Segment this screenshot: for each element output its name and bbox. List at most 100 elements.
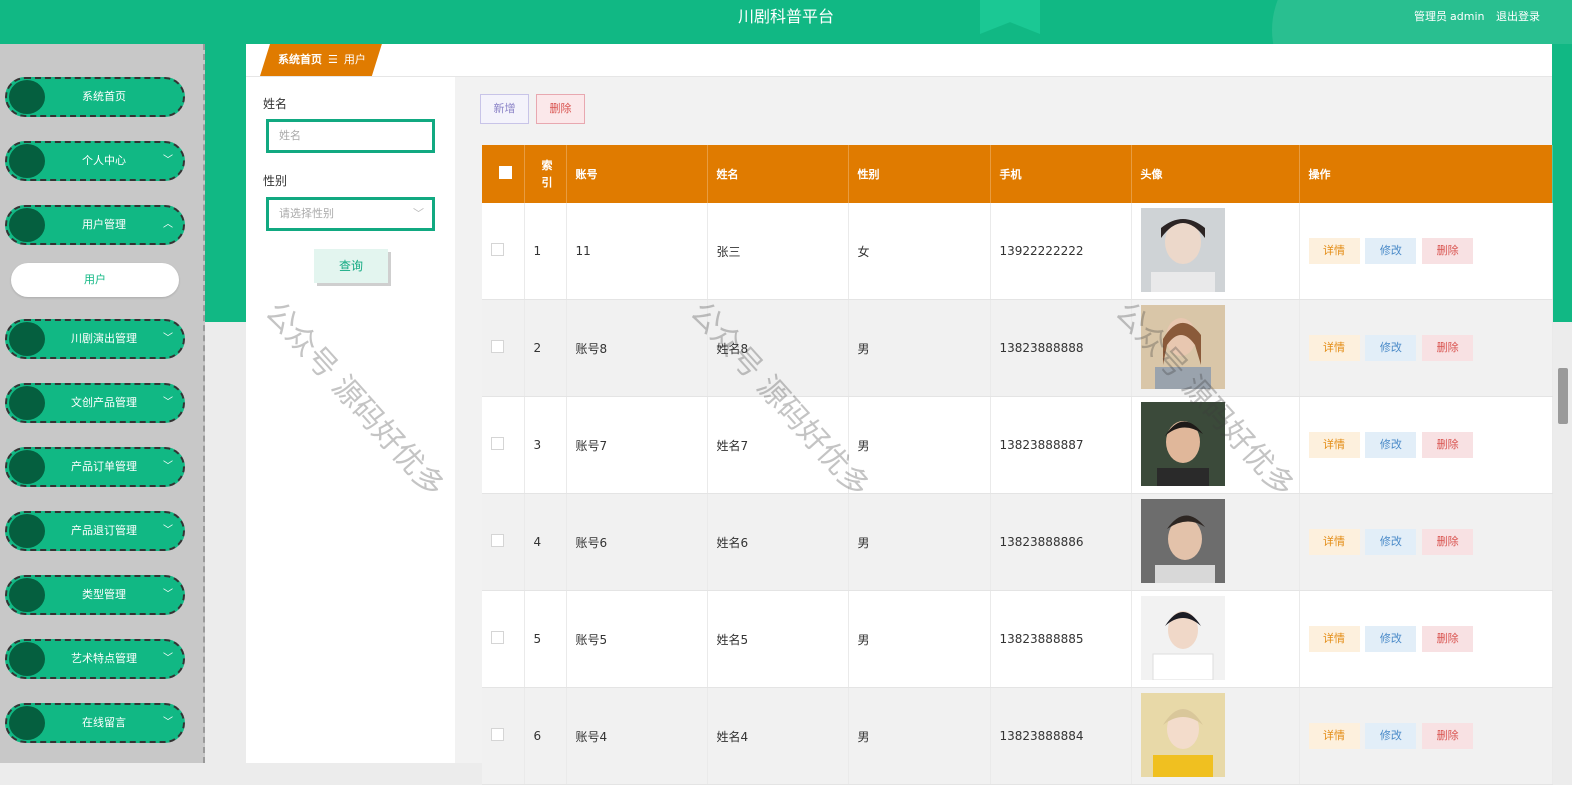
cell-gender: 男 xyxy=(848,590,991,688)
chevron-down-icon: ﹀ xyxy=(163,525,173,536)
batch-delete-button[interactable]: 删除 xyxy=(536,94,585,124)
sidebar-subitem-user[interactable]: 用户 xyxy=(11,263,179,297)
sidebar-item-label: 川剧演出管理 xyxy=(71,332,137,345)
sidebar-item-opera-performance[interactable]: 川剧演出管理 ﹀ xyxy=(5,319,185,359)
add-button[interactable]: 新增 xyxy=(480,94,529,124)
sidebar-item-label: 艺术特点管理 xyxy=(71,652,137,665)
edit-button[interactable]: 修改 xyxy=(1365,529,1417,555)
cell-phone: 13823888886 xyxy=(990,493,1132,591)
sidebar-item-label: 在线留言 xyxy=(82,716,126,729)
edit-button[interactable]: 修改 xyxy=(1365,335,1417,361)
logout-link[interactable]: 退出登录 xyxy=(1496,10,1540,23)
query-button[interactable]: 查询 xyxy=(314,249,388,283)
cell-avatar xyxy=(1131,203,1300,300)
menu-dot-icon xyxy=(9,322,45,356)
edit-button[interactable]: 修改 xyxy=(1365,238,1417,264)
menu-dot-icon xyxy=(9,386,45,420)
cell-index: 5 xyxy=(524,590,567,688)
detail-button[interactable]: 详情 xyxy=(1308,238,1360,264)
cell-gender: 男 xyxy=(848,687,991,785)
delete-button[interactable]: 删除 xyxy=(1422,238,1474,264)
sidebar-item-home[interactable]: 系统首页 xyxy=(5,77,185,117)
row-checkbox[interactable] xyxy=(491,340,504,353)
cell-actions: 详情 修改 删除 xyxy=(1299,687,1553,785)
chevron-down-icon: ﹀ xyxy=(163,397,173,408)
delete-button[interactable]: 删除 xyxy=(1422,432,1474,458)
table-row: 6 账号4 姓名4 男 13823888884 详情 修改 删除 xyxy=(482,687,1553,785)
name-input[interactable]: 姓名 xyxy=(266,119,435,153)
chevron-down-icon: ﹀ xyxy=(163,333,173,344)
sidebar: 系统首页 个人中心 ﹀ 用户管理 ︿ 用户 川剧演出管理 ﹀ 文创产品管理 ﹀ … xyxy=(0,44,205,763)
sidebar-item-product-refunds[interactable]: 产品退订管理 ﹀ xyxy=(5,511,185,551)
detail-button[interactable]: 详情 xyxy=(1308,432,1360,458)
delete-button[interactable]: 删除 xyxy=(1422,529,1474,555)
breadcrumb-home[interactable]: 系统首页 xyxy=(278,53,322,66)
cell-avatar xyxy=(1131,590,1300,688)
sidebar-item-art-features[interactable]: 艺术特点管理 ﹀ xyxy=(5,639,185,679)
menu-dot-icon xyxy=(9,578,45,612)
table-row: 5 账号5 姓名5 男 13823888885 详情 修改 删除 xyxy=(482,590,1553,688)
user-info: 管理员 admin 退出登录 xyxy=(1408,0,1540,34)
chevron-down-icon: ﹀ xyxy=(163,461,173,472)
row-checkbox[interactable] xyxy=(491,534,504,547)
cell-account: 账号8 xyxy=(566,299,708,397)
cell-actions: 详情 修改 删除 xyxy=(1299,590,1553,688)
sidebar-item-label: 个人中心 xyxy=(82,154,126,167)
cell-actions: 详情 修改 删除 xyxy=(1299,299,1553,397)
sidebar-item-label: 用户管理 xyxy=(82,218,126,231)
table-row: 4 账号6 姓名6 男 13823888886 详情 修改 删除 xyxy=(482,493,1553,591)
sidebar-item-types[interactable]: 类型管理 ﹀ xyxy=(5,575,185,615)
table-area: 新增 删除 索引 账号 姓名 性别 手机 头像 操作 1 11 张三 女 139… xyxy=(455,77,1553,785)
detail-button[interactable]: 详情 xyxy=(1308,723,1360,749)
table-row: 3 账号7 姓名7 男 13823888887 详情 修改 删除 xyxy=(482,396,1553,494)
column-header-actions: 操作 xyxy=(1299,145,1553,203)
cell-gender: 男 xyxy=(848,299,991,397)
chevron-down-icon: ﹀ xyxy=(163,653,173,664)
cell-name: 姓名8 xyxy=(707,299,849,397)
sidebar-item-user-management[interactable]: 用户管理 ︿ xyxy=(5,205,185,245)
cell-avatar xyxy=(1131,687,1300,785)
gender-select[interactable]: 请选择性别 ﹀ xyxy=(266,197,435,231)
delete-button[interactable]: 删除 xyxy=(1422,335,1474,361)
row-checkbox[interactable] xyxy=(491,243,504,256)
detail-button[interactable]: 详情 xyxy=(1308,529,1360,555)
detail-button[interactable]: 详情 xyxy=(1308,626,1360,652)
chevron-up-icon: ︿ xyxy=(163,219,173,230)
cell-actions: 详情 修改 删除 xyxy=(1299,493,1553,591)
avatar-photo xyxy=(1140,207,1225,292)
row-select-cell xyxy=(482,590,525,688)
chevron-down-icon: ﹀ xyxy=(413,207,424,220)
cell-gender: 男 xyxy=(848,493,991,591)
cell-name: 姓名6 xyxy=(707,493,849,591)
sidebar-item-product-orders[interactable]: 产品订单管理 ﹀ xyxy=(5,447,185,487)
row-checkbox[interactable] xyxy=(491,728,504,741)
delete-button[interactable]: 删除 xyxy=(1422,626,1474,652)
delete-button[interactable]: 删除 xyxy=(1422,723,1474,749)
row-select-cell xyxy=(482,493,525,591)
column-header-name: 姓名 xyxy=(707,145,849,203)
name-label: 姓名 xyxy=(263,97,288,111)
app-title: 川剧科普平台 xyxy=(737,7,834,26)
edit-button[interactable]: 修改 xyxy=(1365,626,1417,652)
sidebar-item-cultural-products[interactable]: 文创产品管理 ﹀ xyxy=(5,383,185,423)
cell-phone: 13823888884 xyxy=(990,687,1132,785)
cell-account: 账号4 xyxy=(566,687,708,785)
cell-avatar xyxy=(1131,396,1300,494)
menu-dot-icon xyxy=(9,80,45,114)
select-all-checkbox[interactable] xyxy=(499,166,512,179)
edit-button[interactable]: 修改 xyxy=(1365,723,1417,749)
page-scrollbar-thumb[interactable] xyxy=(1558,368,1568,424)
edit-button[interactable]: 修改 xyxy=(1365,432,1417,458)
cell-gender: 男 xyxy=(848,396,991,494)
user-table: 索引 账号 姓名 性别 手机 头像 操作 1 11 张三 女 139222222… xyxy=(482,145,1553,785)
breadcrumb-bar: 系统首页 ☰ 用户 xyxy=(246,44,1552,77)
row-checkbox[interactable] xyxy=(491,437,504,450)
cell-phone: 13922222222 xyxy=(990,203,1132,300)
row-checkbox[interactable] xyxy=(491,631,504,644)
sidebar-item-label: 类型管理 xyxy=(82,588,126,601)
row-select-cell xyxy=(482,396,525,494)
sidebar-item-online-message[interactable]: 在线留言 ﹀ xyxy=(5,703,185,743)
detail-button[interactable]: 详情 xyxy=(1308,335,1360,361)
sidebar-item-personal-center[interactable]: 个人中心 ﹀ xyxy=(5,141,185,181)
menu-dot-icon xyxy=(9,144,45,178)
